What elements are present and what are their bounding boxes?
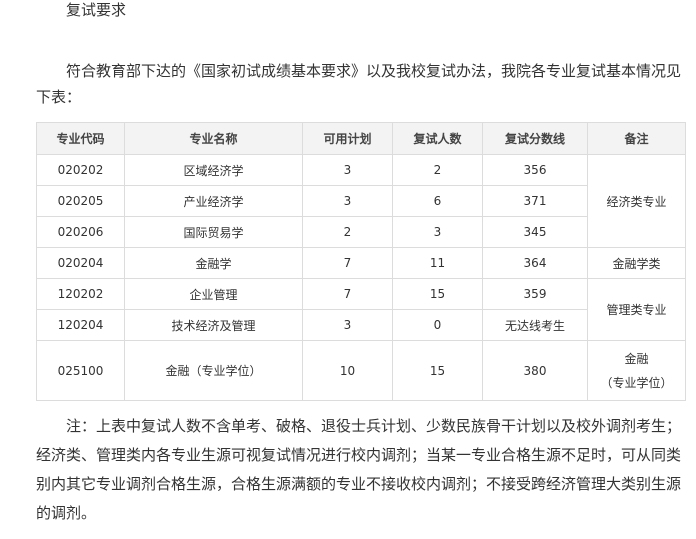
cell-score: 371 (482, 185, 588, 217)
cell-code: 120202 (36, 278, 125, 310)
cell-count: 2 (392, 154, 483, 186)
intro-paragraph: 符合教育部下达的《国家初试成绩基本要求》以及我校复试办法，我院各专业复试基本情况… (36, 62, 682, 106)
cell-code: 020204 (36, 247, 125, 279)
cell-count: 15 (392, 278, 483, 310)
remark-professional-line1: 金融 (624, 351, 649, 366)
cell-score: 无达线考生 (482, 309, 588, 341)
cell-plan: 10 (302, 340, 393, 401)
header-score-line: 复试分数线 (482, 122, 588, 155)
note-paragraph: 注：上表中复试人数不含单考、破格、退役士兵计划、少数民族骨干计划以及校外调剂考生… (36, 417, 682, 522)
table-row: 020202 区域经济学 3 2 356 经济类专业 (36, 154, 686, 248)
cell-code: 025100 (36, 340, 125, 401)
section-heading: 复试要求 (66, 1, 127, 19)
cell-score: 364 (482, 247, 588, 279)
retest-score-table: 专业代码 专业名称 可用计划 复试人数 复试分数线 备注 020202 区域经济… (36, 122, 686, 401)
cell-name: 区域经济学 (124, 154, 303, 186)
cell-remark-finance: 金融学类 (587, 247, 686, 279)
cell-name: 产业经济学 (124, 185, 303, 217)
table-row: 020204 金融学 7 11 364 金融学类 (36, 247, 686, 279)
header-available-plan: 可用计划 (302, 122, 393, 155)
cell-plan: 3 (302, 154, 393, 186)
cell-name: 金融（专业学位） (124, 340, 303, 401)
table-header-row: 专业代码 专业名称 可用计划 复试人数 复试分数线 备注 (36, 122, 686, 155)
cell-score: 359 (482, 278, 588, 310)
cell-name: 国际贸易学 (124, 216, 303, 248)
header-retest-count: 复试人数 (392, 122, 483, 155)
cell-code: 020205 (36, 185, 125, 217)
table-row: 120202 企业管理 7 15 359 管理类专业 (36, 278, 686, 341)
table-row: 025100 金融（专业学位） 10 15 380 金融 （专业学位） (36, 340, 686, 401)
cell-score: 345 (482, 216, 588, 248)
cell-remark-management: 管理类专业 (587, 278, 686, 341)
cell-code: 020202 (36, 154, 125, 186)
header-major-name: 专业名称 (124, 122, 303, 155)
cell-plan: 7 (302, 278, 393, 310)
cell-remark-professional: 金融 （专业学位） (587, 340, 686, 401)
cell-plan: 3 (302, 185, 393, 217)
cell-count: 11 (392, 247, 483, 279)
remark-professional-line2: （专业学位） (600, 375, 673, 390)
cell-remark-economics: 经济类专业 (587, 154, 686, 248)
cell-code: 120204 (36, 309, 125, 341)
cell-name: 技术经济及管理 (124, 309, 303, 341)
cell-code: 020206 (36, 216, 125, 248)
cell-count: 15 (392, 340, 483, 401)
cell-plan: 7 (302, 247, 393, 279)
cell-count: 3 (392, 216, 483, 248)
cell-plan: 2 (302, 216, 393, 248)
cell-score: 380 (482, 340, 588, 401)
cell-plan: 3 (302, 309, 393, 341)
cell-count: 0 (392, 309, 483, 341)
cell-name: 企业管理 (124, 278, 303, 310)
header-major-code: 专业代码 (36, 122, 125, 155)
cell-name: 金融学 (124, 247, 303, 279)
cell-score: 356 (482, 154, 588, 186)
cell-count: 6 (392, 185, 483, 217)
header-remarks: 备注 (587, 122, 686, 155)
